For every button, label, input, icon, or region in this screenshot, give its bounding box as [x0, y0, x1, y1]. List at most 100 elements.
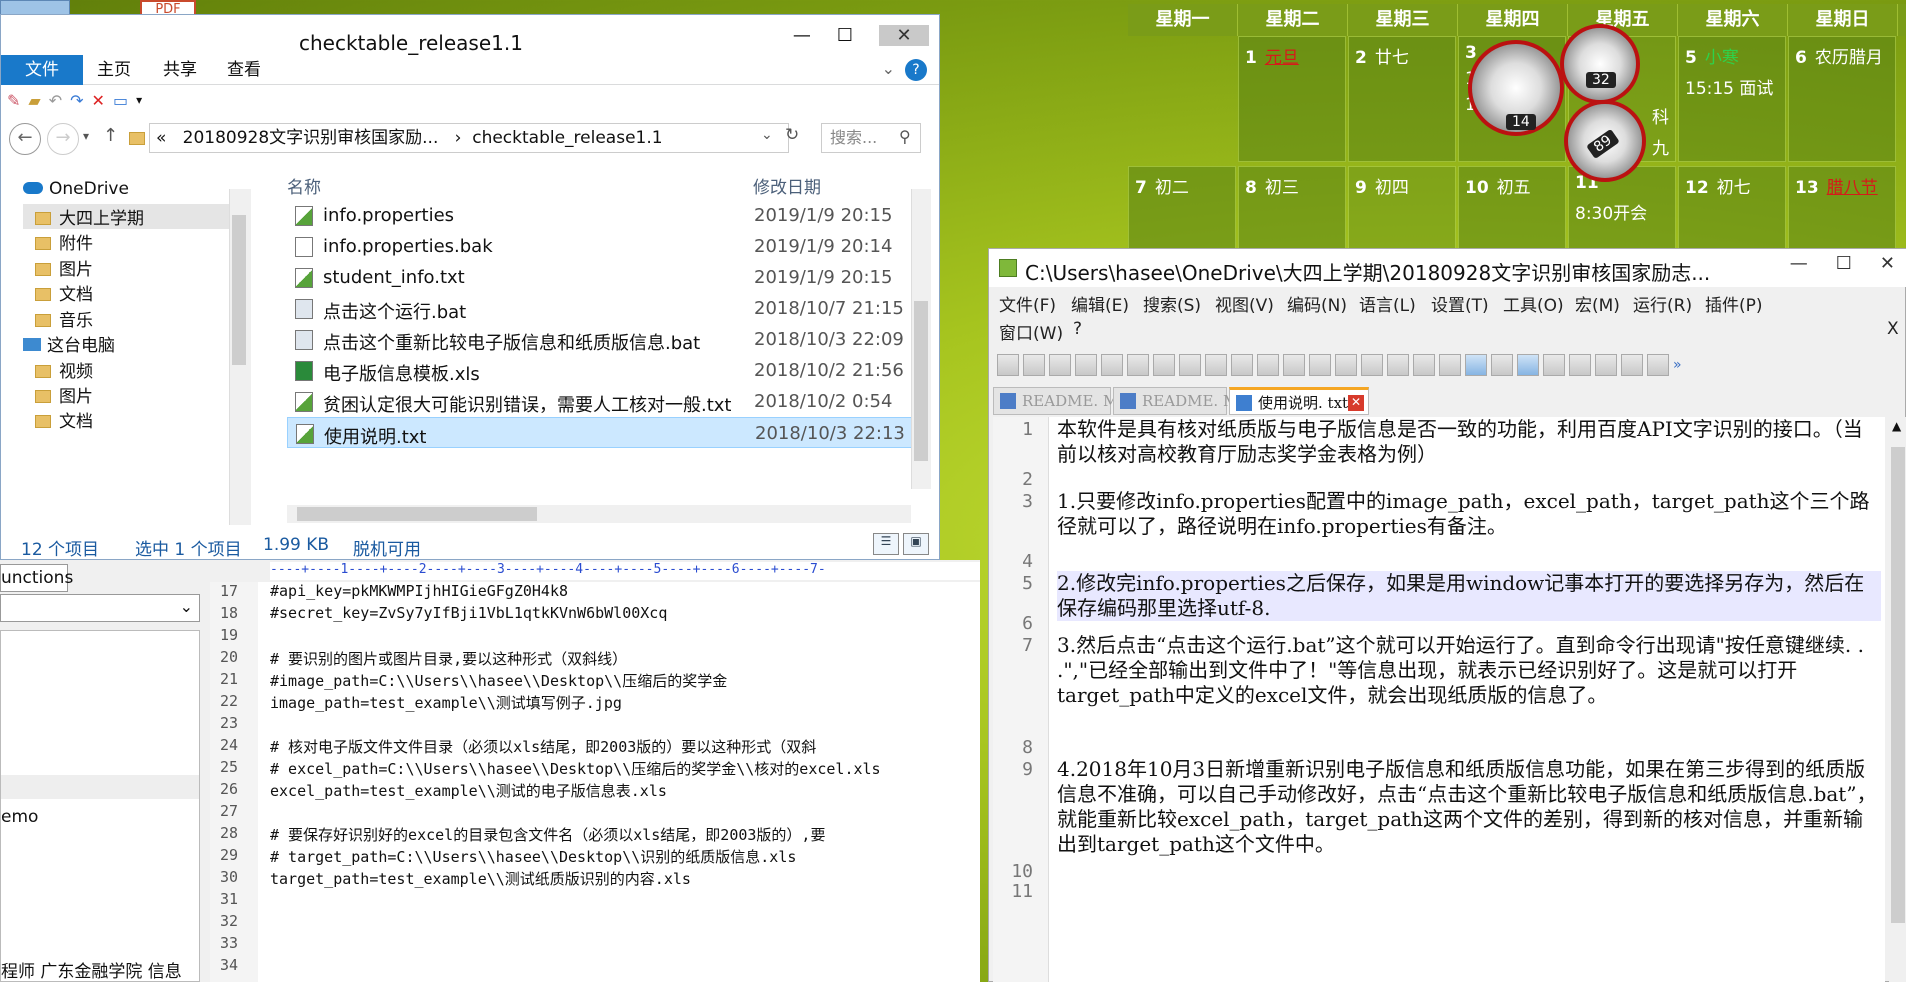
npp-scrollbar[interactable]: ▲ [1889, 417, 1906, 982]
file-row-selected[interactable]: 使用说明.txt 2018/10/3 22:13 [287, 417, 923, 448]
zoom-in-icon[interactable] [1361, 354, 1383, 376]
calendar-event[interactable]: 15:15 面试 [1679, 68, 1785, 99]
menu-edit[interactable]: 编辑(E) [1071, 291, 1129, 316]
menu-window[interactable]: 窗口(W) [999, 319, 1063, 344]
close-file-icon[interactable] [1101, 354, 1123, 376]
refresh-icon[interactable]: ↻ [785, 125, 799, 145]
redo-icon[interactable] [1283, 354, 1305, 376]
new-folder-icon[interactable]: ▰ [28, 91, 40, 110]
paste-icon[interactable] [1231, 354, 1253, 376]
close-button[interactable]: ✕ [1880, 253, 1895, 274]
npp-titlebar[interactable]: C:\Users\hasee\OneDrive\大四上学期\20180928文字… [989, 249, 1906, 287]
tab-home[interactable]: 主页 [97, 55, 131, 85]
replace-icon[interactable] [1335, 354, 1357, 376]
redo-icon[interactable]: ↷ [70, 91, 83, 110]
toolbar-overflow-icon[interactable]: » [1673, 357, 1682, 373]
column-header-modified[interactable]: 修改日期 [753, 173, 821, 198]
menu-encoding[interactable]: 编码(N) [1287, 291, 1347, 316]
menu-run[interactable]: 运行(R) [1633, 291, 1692, 316]
menu-help[interactable]: ? [1073, 319, 1082, 339]
memory-gauge-icon[interactable]: 32 [1560, 24, 1640, 104]
tab-usage-txt[interactable]: 使用说明. txt ✕ [1229, 387, 1369, 415]
menu-macro[interactable]: 宏(M) [1575, 291, 1620, 316]
back-button[interactable]: ← [9, 123, 41, 155]
nav-folder[interactable]: 图片 [35, 382, 93, 407]
print-icon[interactable] [1153, 354, 1175, 376]
folder-workspace-icon[interactable] [1621, 354, 1643, 376]
file-row[interactable]: 点击这个重新比较电子版信息和纸质版信息.bat 2018/10/3 22:09 [287, 324, 923, 355]
tab-readme[interactable]: README. MD [1113, 387, 1250, 415]
menu-file[interactable]: 文件(F) [999, 291, 1056, 316]
forward-button[interactable]: → [47, 123, 79, 155]
address-dropdown-icon[interactable]: ⌄ [761, 127, 773, 143]
calendar-day[interactable]: 6 农历腊月 [1788, 36, 1896, 162]
function-list-icon[interactable] [1595, 354, 1617, 376]
chevron-down-icon[interactable]: ⌄ [882, 59, 895, 78]
sync-vertical-icon[interactable] [1413, 354, 1435, 376]
calendar-day[interactable]: 5 小寒 15:15 面试 [1678, 36, 1786, 162]
close-document-icon[interactable]: X [1887, 319, 1899, 339]
file-row[interactable]: 点击这个运行.bat 2018/10/7 21:15 [287, 293, 923, 324]
indent-guide-icon[interactable] [1517, 354, 1539, 376]
functions-tab[interactable]: unctions [0, 564, 73, 592]
undo-icon[interactable]: ↶ [49, 91, 62, 110]
menu-tools[interactable]: 工具(O) [1503, 291, 1564, 316]
menu-plugins[interactable]: 插件(P) [1705, 291, 1763, 316]
nav-folder[interactable]: 附件 [35, 229, 93, 254]
close-tab-icon[interactable]: ✕ [1348, 395, 1364, 411]
help-button[interactable]: ? [905, 59, 927, 81]
details-view-icon[interactable]: ☰ [873, 533, 899, 555]
close-button[interactable]: ✕ [879, 25, 929, 46]
save-all-icon[interactable] [1075, 354, 1097, 376]
nav-onedrive[interactable]: OneDrive [23, 179, 129, 199]
doc-map-icon[interactable] [1569, 354, 1591, 376]
word-wrap-icon[interactable] [1465, 354, 1487, 376]
large-icons-view-icon[interactable]: ▣ [903, 533, 929, 555]
scroll-up-icon[interactable]: ▲ [1892, 419, 1901, 433]
new-file-icon[interactable] [997, 354, 1019, 376]
maximize-button[interactable]: ☐ [1836, 253, 1852, 274]
disk-gauge-icon[interactable]: 89 [1564, 100, 1646, 182]
function-combo[interactable]: ⌄ [0, 594, 200, 622]
nav-folder[interactable]: 图片 [35, 255, 93, 280]
menu-settings[interactable]: 设置(T) [1431, 291, 1489, 316]
nav-folder[interactable]: 视频 [35, 357, 93, 382]
zoom-out-icon[interactable] [1387, 354, 1409, 376]
function-list[interactable]: emo 程师 广东金融学院 信息 [0, 630, 200, 982]
undo-icon[interactable] [1257, 354, 1279, 376]
file-row[interactable]: student_info.txt 2019/1/9 20:15 [287, 262, 923, 293]
open-file-icon[interactable] [1023, 354, 1045, 376]
calendar-event[interactable]: 8:30开会 [1569, 193, 1675, 224]
address-bar[interactable]: « 20180928文字识别审核国家励... › checktable_rele… [149, 123, 789, 153]
find-icon[interactable] [1309, 354, 1331, 376]
function-list-item[interactable]: emo [1, 807, 38, 827]
tab-share[interactable]: 共享 [163, 55, 197, 85]
tab-readme[interactable]: README. MD [993, 387, 1130, 415]
nav-folder[interactable]: 文档 [35, 280, 93, 305]
file-row[interactable]: info.properties 2019/1/9 20:15 [287, 200, 923, 231]
delete-icon[interactable]: ✕ [92, 91, 105, 110]
menu-language[interactable]: 语言(L) [1359, 291, 1416, 316]
nav-this-pc[interactable]: 这台电脑 [23, 331, 115, 356]
nav-folder[interactable]: 大四上学期 [23, 204, 229, 229]
file-row[interactable]: 电子版信息模板.xls 2018/10/2 21:56 [287, 355, 923, 386]
rename-icon[interactable]: ▭ [113, 91, 128, 110]
code-area[interactable]: 17 #api_key=pkMKWMPIjhHIGieGFgZ0H4k8 18 #s… [210, 582, 980, 982]
cpu-gauge-icon[interactable]: 14 [1468, 40, 1564, 136]
nav-folder[interactable]: 音乐 [35, 306, 93, 331]
cut-icon[interactable] [1179, 354, 1201, 376]
save-icon[interactable] [1049, 354, 1071, 376]
file-list-hscrollbar[interactable] [287, 505, 911, 523]
column-header-name[interactable]: 名称 [287, 173, 321, 198]
calendar-day[interactable]: 1 元旦 [1238, 36, 1346, 162]
close-all-icon[interactable] [1127, 354, 1149, 376]
up-button[interactable]: ↑ [103, 125, 118, 146]
explorer-titlebar[interactable]: checktable_release1.1 — ☐ ✕ [1, 15, 939, 55]
tab-file[interactable]: 文件 [1, 55, 83, 85]
minimize-button[interactable]: — [1790, 253, 1808, 274]
file-list-scrollbar[interactable] [911, 189, 931, 489]
copy-icon[interactable] [1205, 354, 1227, 376]
recent-locations-icon[interactable]: ▾ [83, 129, 89, 143]
menu-view[interactable]: 视图(V) [1215, 291, 1274, 316]
sync-horizontal-icon[interactable] [1439, 354, 1461, 376]
